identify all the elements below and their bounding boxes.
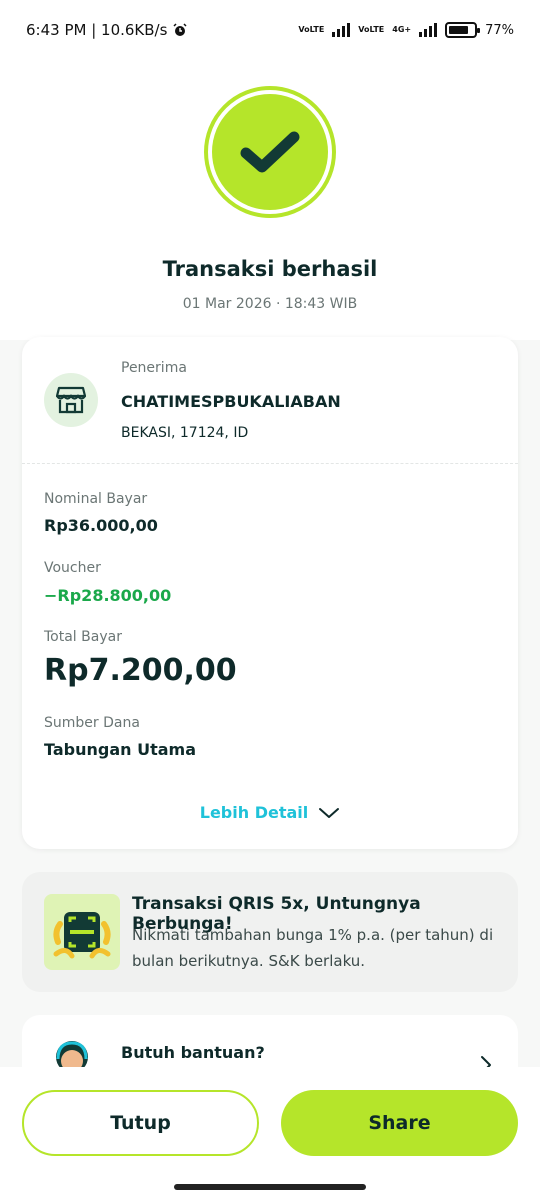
status-bar: 6:43 PM | 10.6KB/s VoLTE VoLTE 4G+ 77% — [0, 0, 540, 60]
network-type: 4G+ — [392, 25, 412, 34]
share-button[interactable]: Share — [281, 1090, 518, 1156]
success-header: Transaksi berhasil 01 Mar 2026 · 18:43 W… — [0, 60, 540, 340]
more-detail-button[interactable]: Lebih Detail — [22, 803, 518, 822]
status-right: VoLTE VoLTE 4G+ 77% — [298, 22, 514, 38]
status-time: 6:43 PM | 10.6KB/s — [26, 21, 168, 39]
bottom-action-bar: Tutup Share — [0, 1067, 540, 1200]
receipt-card: Penerima CHATIMESPBUKALIABAN BEKASI, 171… — [22, 337, 518, 849]
transaction-datetime: 01 Mar 2026 · 18:43 WIB — [182, 296, 358, 312]
status-left: 6:43 PM | 10.6KB/s — [26, 21, 187, 39]
recipient-name: CHATIMESPBUKALIABAN — [121, 392, 341, 411]
voucher-label: Voucher — [44, 560, 101, 576]
recipient-label: Penerima — [121, 360, 187, 376]
source-label: Sumber Dana — [44, 715, 140, 731]
signal-icon-2 — [419, 23, 438, 37]
alarm-icon — [173, 23, 187, 36]
help-title: Butuh bantuan? — [121, 1043, 265, 1062]
promo-image — [44, 894, 120, 970]
share-button-label: Share — [368, 1112, 431, 1134]
nominal-label: Nominal Bayar — [44, 491, 148, 507]
promo-banner[interactable]: Transaksi QRIS 5x, Untungnya Berbunga! N… — [22, 872, 518, 992]
close-button[interactable]: Tutup — [22, 1090, 259, 1156]
nominal-value: Rp36.000,00 — [44, 516, 158, 535]
battery-percent: 77% — [485, 22, 514, 38]
card-divider — [22, 463, 518, 464]
store-icon — [56, 386, 86, 414]
volte-badge-2: VoLTE — [358, 25, 385, 34]
recipient-location: BEKASI, 17124, ID — [121, 425, 249, 441]
signal-icon-1 — [332, 23, 351, 37]
recipient-avatar — [44, 373, 98, 427]
qris-scan-icon — [53, 912, 111, 959]
voucher-value: −Rp28.800,00 — [44, 586, 172, 605]
checkmark-icon — [240, 131, 300, 173]
home-indicator[interactable] — [174, 1184, 366, 1190]
close-button-label: Tutup — [110, 1112, 171, 1134]
page-title: Transaksi berhasil — [162, 257, 378, 281]
battery-icon — [445, 22, 481, 38]
total-label: Total Bayar — [44, 629, 122, 645]
volte-badge-1: VoLTE — [298, 25, 325, 34]
promo-description: Nikmati tambahan bunga 1% p.a. (per tahu… — [132, 926, 494, 970]
source-value: Tabungan Utama — [44, 740, 196, 759]
more-detail-label: Lebih Detail — [199, 803, 309, 822]
chevron-down-icon — [319, 807, 340, 818]
total-value: Rp7.200,00 — [44, 653, 237, 688]
success-badge — [204, 86, 336, 218]
